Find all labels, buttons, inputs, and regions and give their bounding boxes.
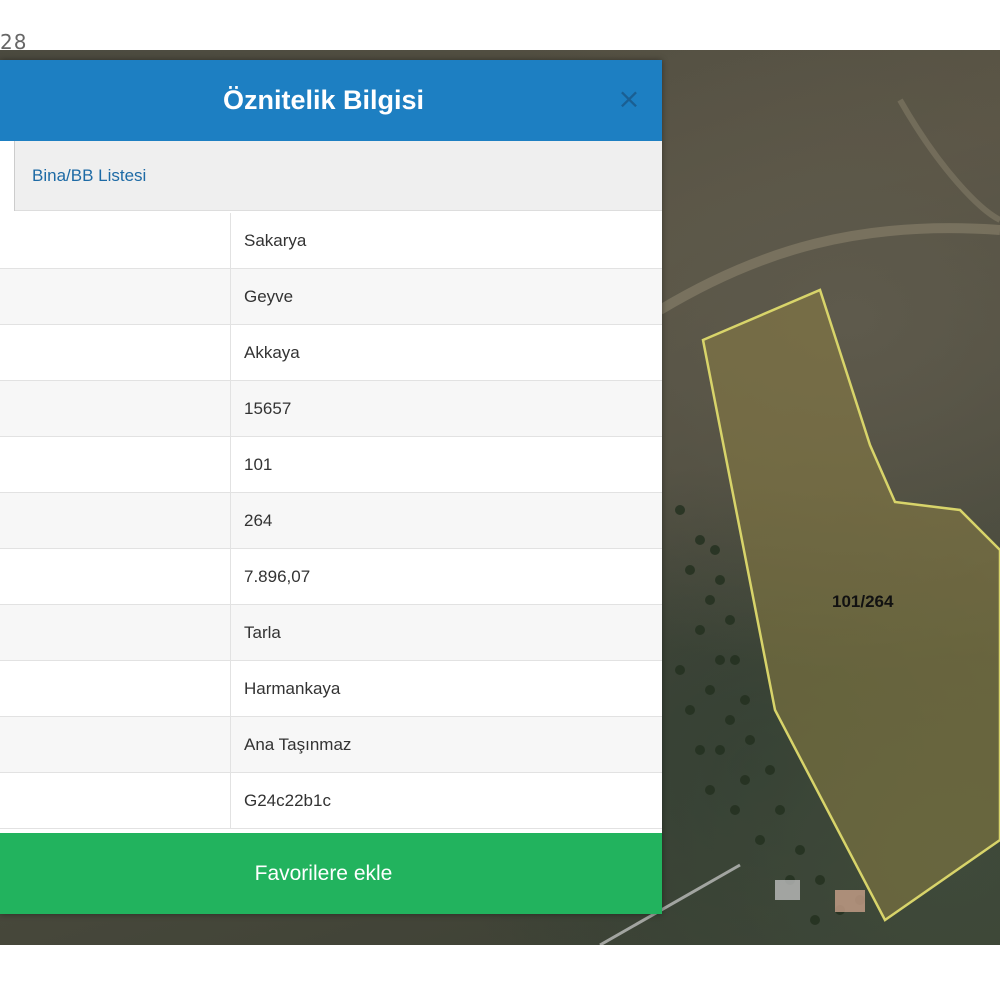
key-cell — [0, 493, 231, 548]
key-cell — [0, 269, 231, 324]
table-row: 264 — [0, 493, 662, 549]
value-cell: Tarla — [244, 623, 281, 642]
table-row: Geyve — [0, 269, 662, 325]
table-row: Akkaya — [0, 325, 662, 381]
table-row: 15657 — [0, 381, 662, 437]
table-row: G24c22b1c — [0, 773, 662, 829]
value-cell: Akkaya — [244, 343, 300, 362]
value-cell: 264 — [244, 511, 273, 530]
table-row: Sakarya — [0, 213, 662, 269]
table-row: 7.896,07 — [0, 549, 662, 605]
dialog-header: Öznitelik Bilgisi × — [0, 60, 662, 141]
add-to-favorites-button[interactable]: Favorilere ekle — [0, 833, 662, 914]
tab-bina-bb-listesi[interactable]: Bina/BB Listesi — [32, 141, 146, 211]
key-cell — [0, 549, 231, 604]
table-row: Harmankaya — [0, 661, 662, 717]
key-cell — [0, 773, 231, 828]
key-cell — [0, 605, 231, 660]
value-cell: Harmankaya — [244, 679, 341, 698]
key-cell — [0, 381, 231, 436]
page: 28 101/264 Öznitelik Bilgisi × Bina/BB L… — [0, 0, 1000, 1000]
value-cell: Sakarya — [244, 231, 307, 250]
value-cell: 101 — [244, 455, 273, 474]
key-cell — [0, 325, 231, 380]
attribute-dialog: Öznitelik Bilgisi × Bina/BB Listesi Saka… — [0, 60, 662, 914]
value-cell: 15657 — [244, 399, 292, 418]
map-building — [835, 890, 865, 912]
close-icon[interactable]: × — [616, 85, 642, 113]
value-cell: Ana Taşınmaz — [244, 735, 352, 754]
value-cell: Geyve — [244, 287, 294, 306]
parcel-label: 101/264 — [832, 592, 894, 611]
key-cell — [0, 213, 231, 268]
key-cell — [0, 717, 231, 772]
table-row: Tarla — [0, 605, 662, 661]
value-cell: G24c22b1c — [244, 791, 331, 810]
add-to-favorites-label: Favorilere ekle — [254, 861, 393, 885]
map-road — [897, 98, 1000, 223]
dialog-tabs: Bina/BB Listesi — [0, 141, 662, 211]
map-building — [775, 880, 800, 900]
table-row: 101 — [0, 437, 662, 493]
key-cell — [0, 437, 231, 492]
attribute-table: Sakarya Geyve Akkaya 15657 101 264 7.896… — [0, 213, 662, 829]
value-cell: 7.896,07 — [244, 567, 311, 586]
tab-attributes[interactable] — [0, 141, 15, 211]
dialog-title: Öznitelik Bilgisi — [222, 85, 425, 115]
table-row: Ana Taşınmaz — [0, 717, 662, 773]
map-road — [657, 223, 1000, 315]
key-cell — [0, 661, 231, 716]
